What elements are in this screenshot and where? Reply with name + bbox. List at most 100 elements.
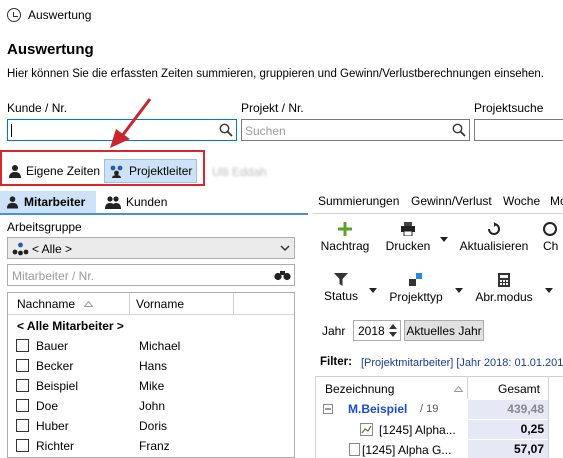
employee-vorname: Franz bbox=[139, 439, 170, 453]
employee-nachname: Huber bbox=[36, 419, 69, 433]
tab-woche[interactable]: Woche bbox=[503, 194, 540, 208]
all-employees-label: < Alle Mitarbeiter > bbox=[17, 319, 124, 333]
column-vorname[interactable]: Vorname bbox=[136, 297, 184, 311]
arbeitsgruppe-value: < Alle > bbox=[32, 242, 73, 256]
text-cursor bbox=[11, 124, 12, 137]
eigene-zeiten-label: Eigene Zeiten bbox=[26, 164, 101, 178]
caret-down-icon[interactable] bbox=[440, 237, 448, 242]
column-divider bbox=[233, 293, 234, 314]
tab-kunden-label: Kunden bbox=[126, 195, 168, 209]
projekt-placeholder: Suchen bbox=[245, 124, 286, 138]
binoculars-icon[interactable] bbox=[274, 269, 291, 281]
chart-label: Ch bbox=[543, 239, 559, 253]
mitarbeiter-search-input[interactable]: Mitarbeiter / Nr. bbox=[7, 264, 295, 286]
employee-row[interactable]: Becker Hans bbox=[8, 356, 294, 376]
employee-row[interactable]: Bauer Michael bbox=[8, 336, 294, 356]
annotation-arrow-icon bbox=[110, 98, 152, 148]
chevron-down-icon[interactable] bbox=[280, 245, 290, 252]
caret-down-icon[interactable] bbox=[545, 288, 553, 293]
projekt-input[interactable]: Suchen bbox=[241, 119, 470, 141]
sort-up-icon bbox=[84, 301, 93, 307]
employee-row[interactable]: Doe John bbox=[8, 396, 294, 416]
search-icon[interactable] bbox=[452, 123, 466, 137]
result-row[interactable]: [1245] Alpha G... 57,07 bbox=[316, 440, 548, 458]
eigene-zeiten-button[interactable]: Eigene Zeiten bbox=[4, 159, 104, 183]
result-row[interactable]: [1245] Alpha... 0,25 bbox=[316, 420, 548, 439]
drucken-button[interactable]: Drucken bbox=[381, 222, 435, 253]
employee-row[interactable]: Richter Franz bbox=[8, 436, 294, 456]
employee-nachname: Becker bbox=[36, 359, 74, 373]
page-title: Auswertung bbox=[7, 41, 94, 58]
calculator-icon bbox=[498, 273, 510, 287]
abrmodus-button[interactable]: Abr.modus bbox=[472, 273, 536, 304]
employee-vorname: John bbox=[139, 399, 166, 413]
employee-checkbox[interactable] bbox=[16, 359, 29, 372]
tab-kunden[interactable]: Kunden bbox=[99, 191, 173, 213]
clock-icon bbox=[7, 8, 21, 22]
projekttyp-button[interactable]: Projekttyp bbox=[385, 273, 447, 304]
projektsuche-input[interactable] bbox=[474, 119, 563, 141]
result-row-total: 57,07 bbox=[468, 440, 548, 458]
chart-button[interactable]: Ch bbox=[543, 222, 563, 253]
right-tab-divider bbox=[313, 213, 563, 214]
tab-gewinn-verlust[interactable]: Gewinn/Verlust bbox=[411, 194, 492, 208]
shapes-icon bbox=[409, 273, 422, 286]
collapse-icon[interactable] bbox=[323, 404, 333, 414]
jahr-spinner[interactable]: 2018 bbox=[353, 320, 401, 341]
window-title: Auswertung bbox=[28, 8, 92, 22]
arbeitsgruppe-label: Arbeitsgruppe bbox=[7, 220, 82, 234]
plus-icon bbox=[338, 222, 352, 236]
group-name: M.Beispiel bbox=[348, 402, 408, 416]
arbeitsgruppe-select[interactable]: < Alle > bbox=[7, 237, 295, 259]
projektsuche-label: Projektsuche bbox=[474, 101, 544, 115]
result-table: Bezeichnung Gesamt M.Beispiel / 19 439,4… bbox=[315, 376, 563, 458]
chart-line-icon bbox=[360, 423, 373, 436]
drucken-label: Drucken bbox=[385, 239, 431, 253]
status-button[interactable]: Status bbox=[322, 273, 360, 303]
person-icon bbox=[6, 196, 19, 209]
abrmodus-label: Abr.modus bbox=[475, 290, 533, 304]
employee-checkbox[interactable] bbox=[16, 399, 29, 412]
mitarbeiter-search-placeholder: Mitarbeiter / Nr. bbox=[12, 269, 95, 283]
employee-nachname: Beispiel bbox=[36, 379, 79, 393]
projektleiter-label: Projektleiter bbox=[129, 164, 193, 178]
chart-icon bbox=[543, 222, 557, 236]
person-icon bbox=[9, 165, 21, 178]
employee-checkbox[interactable] bbox=[16, 439, 29, 452]
nachtrag-button[interactable]: Nachtrag bbox=[318, 222, 372, 253]
caret-down-icon[interactable] bbox=[455, 288, 463, 293]
jahr-label: Jahr bbox=[322, 324, 346, 338]
jahr-value: 2018 bbox=[358, 324, 385, 338]
tab-monat[interactable]: Mo bbox=[550, 194, 563, 208]
column-divider bbox=[548, 377, 549, 458]
search-icon[interactable] bbox=[219, 123, 233, 137]
employee-vorname: Michael bbox=[139, 339, 181, 353]
all-employees-row[interactable]: < Alle Mitarbeiter > bbox=[8, 316, 294, 336]
filter-label: Filter: bbox=[320, 356, 352, 368]
filter-text: [Projektmitarbeiter] [Jahr 2018: 01.01.2… bbox=[361, 357, 563, 369]
caret-down-icon[interactable] bbox=[369, 288, 377, 293]
result-row-name: [1245] Alpha G... bbox=[362, 443, 452, 457]
column-gesamt[interactable]: Gesamt bbox=[498, 382, 540, 396]
aktuelles-jahr-button[interactable]: Aktuelles Jahr bbox=[404, 320, 484, 341]
column-nachname[interactable]: Nachname bbox=[17, 297, 75, 311]
tab-mitarbeiter[interactable]: Mitarbeiter bbox=[0, 191, 96, 213]
employee-checkbox[interactable] bbox=[16, 379, 29, 392]
projekt-label: Projekt / Nr. bbox=[241, 101, 304, 115]
column-bezeichnung[interactable]: Bezeichnung bbox=[325, 382, 394, 396]
employee-row[interactable]: Beispiel Mike bbox=[8, 376, 294, 396]
employee-row[interactable]: Huber Doris bbox=[8, 416, 294, 436]
tab-summierungen[interactable]: Summierungen bbox=[318, 194, 399, 208]
hierarchy-icon bbox=[12, 242, 29, 256]
column-divider bbox=[129, 293, 130, 314]
page-description: Hier können Sie die erfassten Zeiten sum… bbox=[7, 68, 544, 80]
employee-checkbox[interactable] bbox=[16, 339, 29, 352]
employee-nachname: Bauer bbox=[36, 339, 69, 353]
projektleiter-button[interactable]: Projektleiter bbox=[104, 159, 198, 183]
aktualisieren-button[interactable]: Aktualisieren bbox=[456, 222, 532, 253]
result-row-group[interactable]: M.Beispiel / 19 439,48 bbox=[316, 400, 548, 419]
employee-checkbox[interactable] bbox=[16, 419, 29, 432]
left-tabbar: Mitarbeiter Kunden bbox=[0, 191, 308, 213]
spinner-arrows-icon[interactable] bbox=[389, 323, 397, 338]
filter-icon bbox=[334, 273, 348, 286]
